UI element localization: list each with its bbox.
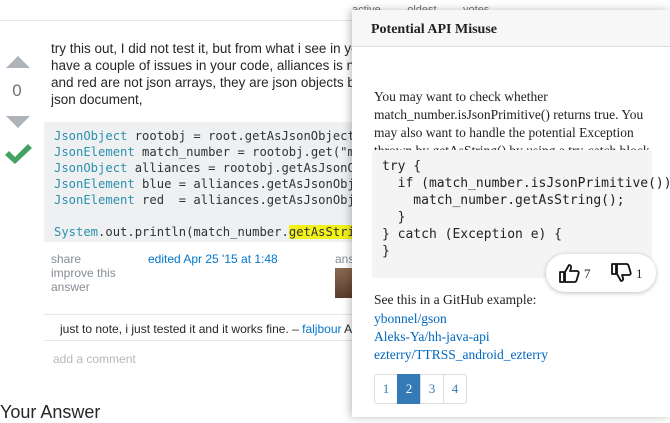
popup-title: Potential API Misuse	[371, 22, 497, 37]
answer-body: try this out, I did not test it, but fro…	[51, 40, 356, 108]
page-1[interactable]: 1	[374, 374, 398, 404]
code-text: .out.println(match_number.	[98, 225, 289, 239]
comment-text: just to note, i just tested it and it wo…	[60, 322, 303, 336]
code-type: System	[54, 225, 99, 239]
page-3[interactable]: 3	[420, 374, 444, 404]
post-menu: share improve this answer	[51, 252, 116, 294]
add-comment-link[interactable]: add a comment	[53, 352, 136, 366]
popup-header: Potential API Misuse	[352, 10, 670, 47]
github-example-label: See this in a GitHub example:	[374, 292, 537, 307]
answer-code-block: JsonObject rootobj = root.getAsJsonObjec…	[44, 122, 356, 242]
comment-divider	[44, 340, 356, 341]
vote-count: 0	[12, 81, 22, 100]
top-divider	[0, 20, 360, 21]
code-type: JsonElement	[54, 177, 135, 191]
comment-user-link[interactable]: faljbour	[302, 322, 341, 336]
answer-text-line: have a couple of issues in your code, al…	[51, 58, 356, 73]
api-misuse-popup: Potential API Misuse You may want to che…	[352, 10, 670, 417]
highlighted-api-call[interactable]: getAsString	[288, 225, 356, 239]
downvote-count: 1	[636, 266, 643, 281]
code-type: JsonElement	[54, 193, 135, 207]
popup-code-text: try { if (match_number.isJsonPrimitive()…	[382, 159, 670, 259]
edited-link[interactable]: edited Apr 25 '15 at 1:48	[148, 252, 278, 266]
your-answer-heading: Your Answer	[0, 402, 101, 422]
github-link[interactable]: ybonnel/gson	[374, 310, 548, 328]
code-text: red = alliances.getAsJsonObject	[134, 193, 356, 207]
github-link[interactable]: ezterry/TTRSS_android_ezterry	[374, 346, 548, 364]
improve-link-cont[interactable]: answer	[51, 280, 116, 294]
thumbs-down-icon[interactable]	[610, 263, 632, 283]
vote-down-arrow-icon[interactable]	[6, 116, 30, 128]
code-text: alliances = rootobj.getAsJsonObje	[127, 161, 356, 175]
vote-box: 7 1	[546, 254, 656, 292]
sort-tabs: active oldest votes	[352, 4, 490, 11]
github-links: ybonnel/gson Aleks-Ya/hh-java-api ezterr…	[374, 310, 548, 364]
answer-text-line: and red are not json arrays, they are js…	[51, 75, 356, 90]
answer-text-line: json document,	[51, 92, 143, 107]
code-type: JsonObject	[54, 161, 128, 175]
github-link[interactable]: Aleks-Ya/hh-java-api	[374, 328, 548, 346]
accepted-checkmark-icon	[5, 144, 32, 164]
vote-up-arrow-icon[interactable]	[6, 56, 30, 68]
code-text: match_number = rootobj.get("match	[142, 145, 356, 159]
improve-link[interactable]: improve this	[51, 266, 116, 280]
thumbs-up-icon[interactable]	[558, 263, 580, 283]
code-text: blue = alliances.getAsJsonObject	[134, 177, 356, 191]
page-2[interactable]: 2	[397, 374, 421, 404]
pagination: 1 2 3 4	[374, 374, 467, 404]
comment-divider	[44, 314, 356, 315]
share-link[interactable]: share	[51, 252, 116, 266]
upvote-count: 7	[584, 266, 591, 281]
page-4[interactable]: 4	[443, 374, 467, 404]
code-type: JsonObject	[54, 129, 128, 143]
answer-text-line: try this out, I did not test it, but fro…	[51, 41, 356, 56]
comment: just to note, i just tested it and it wo…	[60, 322, 356, 336]
code-text: rootobj = root.getAsJsonObject();	[127, 129, 356, 143]
code-type: JsonElement	[54, 145, 135, 159]
